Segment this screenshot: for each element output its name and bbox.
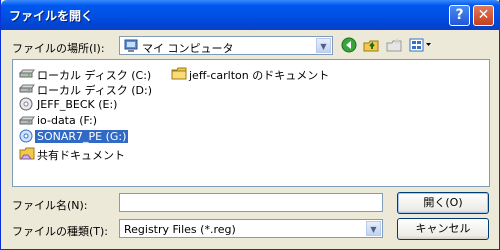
look-in-label: ファイルの場所(I): xyxy=(12,42,105,55)
chevron-down-icon[interactable]: ▼ xyxy=(316,38,331,53)
filetype-value: Registry Files (*.reg) xyxy=(124,223,236,236)
filetype-label: ファイルの種類(T): xyxy=(12,225,109,238)
cd-drive-icon xyxy=(19,97,33,111)
close-button[interactable]: ✕ xyxy=(473,5,494,26)
list-item-label: ローカル ディスク (C:) xyxy=(37,69,152,82)
new-folder-icon[interactable] xyxy=(386,37,402,53)
open-file-dialog: ファイルを開く ? ✕ ファイルの場所(I): マイ コンピュータ ▼ ローカル… xyxy=(0,0,500,250)
local-disk-icon xyxy=(19,84,35,93)
folder-icon xyxy=(171,67,187,80)
my-computer-icon xyxy=(124,39,138,52)
list-item-label: ローカル ディスク (D:) xyxy=(37,84,152,97)
filetype-combo[interactable]: Registry Files (*.reg) ▼ xyxy=(119,219,383,238)
cancel-button[interactable]: キャンセル xyxy=(397,218,489,240)
shared-folder-icon xyxy=(19,147,35,160)
local-disk-icon xyxy=(19,116,35,125)
open-button[interactable]: 開く(O) xyxy=(397,192,489,214)
cd-drive-icon xyxy=(19,129,33,143)
list-item-label: 共有ドキュメント xyxy=(37,149,125,162)
title-bar[interactable]: ファイルを開く ? ✕ xyxy=(1,0,500,30)
dialog-title: ファイルを開く xyxy=(9,9,94,23)
list-item-label: jeff-carlton のドキュメント xyxy=(189,69,330,82)
filename-input[interactable] xyxy=(119,193,383,212)
local-disk-icon xyxy=(19,69,35,78)
chevron-down-icon[interactable]: ▼ xyxy=(366,221,381,236)
list-item-label: SONAR7_PE (G:) xyxy=(35,130,129,143)
up-folder-icon[interactable] xyxy=(363,37,379,53)
list-item-label: JEFF_BECK (E:) xyxy=(37,98,118,111)
views-menu-icon[interactable] xyxy=(409,37,433,53)
help-button[interactable]: ? xyxy=(449,5,470,26)
look-in-value: マイ コンピュータ xyxy=(142,42,234,55)
list-item-label: io-data (F:) xyxy=(37,114,97,127)
back-icon[interactable] xyxy=(341,37,357,53)
file-list[interactable]: ローカル ディスク (C:) ローカル ディスク (D:) JEFF_BECK … xyxy=(12,59,490,187)
look-in-combo[interactable]: マイ コンピュータ ▼ xyxy=(119,36,333,55)
filename-label: ファイル名(N): xyxy=(12,199,88,212)
